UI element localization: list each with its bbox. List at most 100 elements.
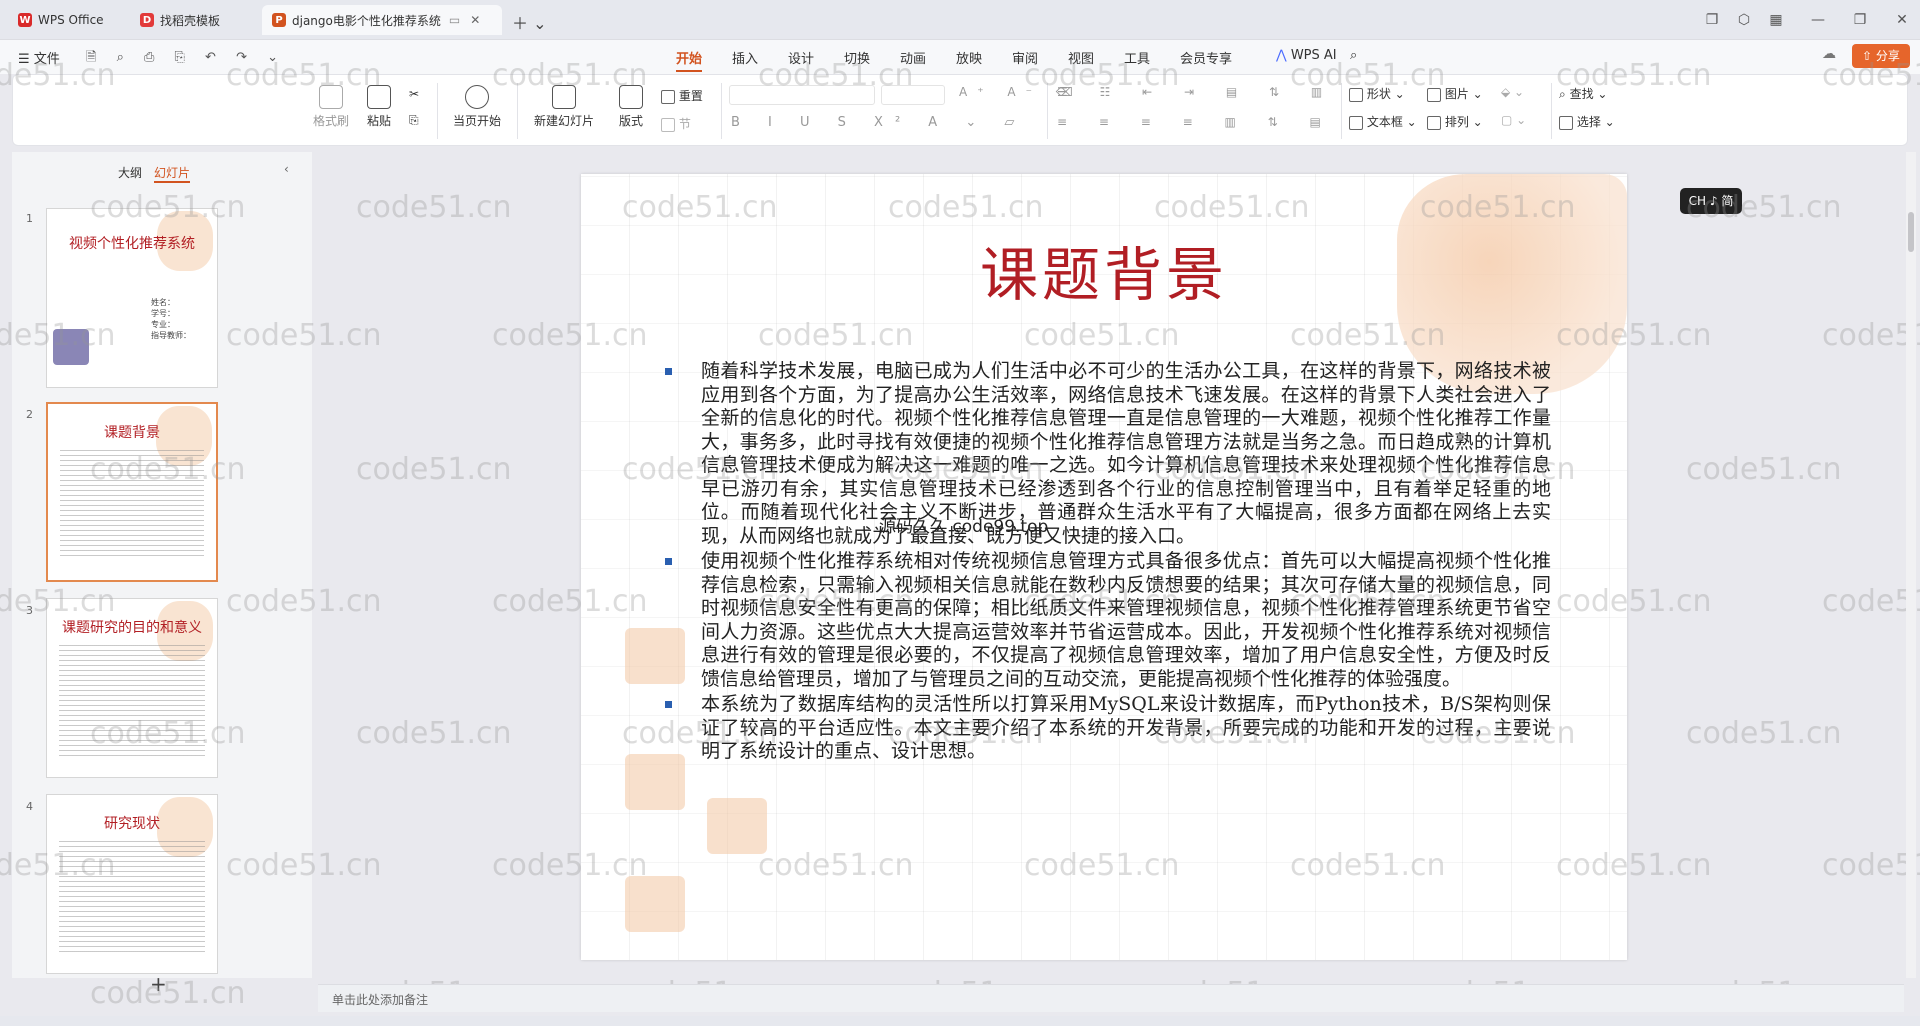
menu-home[interactable]: 开始 xyxy=(676,48,703,72)
add-slide-button[interactable]: + xyxy=(150,972,167,996)
textbox-label: 文本框 xyxy=(1366,115,1403,129)
shape-button[interactable]: 形状 ⌄ xyxy=(1349,85,1405,102)
menu-view[interactable]: 视图 xyxy=(1068,48,1094,67)
collapse-panel-icon[interactable]: ‹ xyxy=(284,162,289,176)
format-painter-icon xyxy=(319,85,343,109)
layout-icon xyxy=(619,85,643,109)
reset-icon xyxy=(661,89,675,104)
text-format-buttons[interactable]: B I U S X² A ⌄ ▱ xyxy=(731,115,1026,130)
find-label: 查找 xyxy=(1569,87,1594,101)
select-label: 选择 xyxy=(1576,115,1601,129)
tab-presentation[interactable]: P django电影个性化推荐系统 ▭ ✕ xyxy=(262,5,502,35)
slide-body[interactable]: 随着科学技术发展，电脑已成为人们生活中必不可少的生活办公工具，在这样的背景下，网… xyxy=(665,360,1551,766)
slide-number: 4 xyxy=(26,800,33,813)
minimize-icon[interactable]: — xyxy=(1808,10,1828,30)
tab-outline[interactable]: 大纲 xyxy=(118,164,142,181)
slide-title[interactable]: 课题背景 xyxy=(581,228,1627,312)
textbox-button[interactable]: 文本框 ⌄ xyxy=(1349,113,1417,130)
outline-icon[interactable]: ▢ ⌄ xyxy=(1501,113,1526,127)
ime-indicator[interactable]: CH ♪ 简 xyxy=(1680,188,1742,214)
scrollbar-thumb[interactable] xyxy=(1908,212,1914,252)
font-size-select[interactable] xyxy=(881,85,945,105)
bullet-item: 使用视频个性化推荐系统相对传统视频信息管理方式具备很多优点：首先可以大幅提高视频… xyxy=(665,550,1551,691)
list-buttons[interactable]: ☰ ☷ ⇤ ⇥ ▤ ⇅ ▥ xyxy=(1057,85,1336,99)
menu-transition[interactable]: 切换 xyxy=(844,48,870,67)
menu-insert[interactable]: 插入 xyxy=(732,48,758,67)
quick-access-toolbar[interactable]: 🗎 ⌕ ⎙ ⎘ ↶ ↷ ⌄ xyxy=(86,48,286,70)
shape-icon xyxy=(1349,87,1363,102)
slide-thumbnail-4[interactable]: 研究现状 xyxy=(46,794,218,974)
layout-button[interactable]: 版式 xyxy=(611,85,651,129)
watermark-text: code51.cn xyxy=(90,976,246,1011)
new-slide-icon xyxy=(552,85,576,109)
current-slide[interactable]: 课题背景 随着科学技术发展，电脑已成为人们生活中必不可少的生活办公工具，在这样的… xyxy=(581,174,1627,960)
divider xyxy=(437,83,438,139)
select-button[interactable]: 选择 ⌄ xyxy=(1559,113,1615,130)
thumb-title: 研究现状 xyxy=(104,816,160,832)
divider xyxy=(1551,83,1552,139)
file-menu[interactable]: ☰ 文件 xyxy=(18,48,60,67)
cloud-icon[interactable]: ☁ xyxy=(1822,46,1836,62)
slide-thumbnail-3[interactable]: 课题研究的目的和意义 xyxy=(46,598,218,778)
vertical-scrollbar[interactable] xyxy=(1906,152,1916,978)
menu-tools[interactable]: 工具 xyxy=(1124,48,1150,67)
menu-member[interactable]: 会员专享 xyxy=(1180,48,1232,67)
slide-thumbnail-1[interactable]: 视频个性化推荐系统 姓名： 学号： 专业： 指导教师： xyxy=(46,208,218,388)
align-buttons[interactable]: ≡ ≡ ≡ ≡ ▥ ⇅ ▤ xyxy=(1057,115,1335,129)
tab-wps-office[interactable]: W WPS Office xyxy=(8,5,120,35)
share-button[interactable]: ⇧ 分享 xyxy=(1852,44,1910,68)
thumb-fields: 姓名： 学号： 专业： 指导教师： xyxy=(151,298,191,340)
format-painter-label: 格式刷 xyxy=(312,114,349,128)
arrange-label: 排列 xyxy=(1444,115,1469,129)
fill-icon[interactable]: ⬙ ⌄ xyxy=(1501,85,1524,99)
restore-icon[interactable]: ❐ xyxy=(1850,10,1870,30)
cube-icon[interactable]: ⬡ xyxy=(1734,10,1754,30)
slide-thumbnail-2[interactable]: 课题背景 xyxy=(46,402,218,582)
format-painter-button[interactable]: 格式刷 xyxy=(311,85,351,129)
tab-docer[interactable]: D 找稻壳模板 xyxy=(130,5,258,35)
slide-number: 3 xyxy=(26,604,33,617)
copy-icon[interactable]: ⎘ xyxy=(409,113,419,128)
new-tab-icon[interactable]: ＋ ⌄ xyxy=(512,10,547,34)
close-tab-icon[interactable]: ✕ xyxy=(470,13,480,27)
avatar[interactable]: ▦ xyxy=(1766,10,1786,30)
ribbon-toolbar: 格式刷 粘贴 ✂ ⎘ 当页开始 新建幻灯片 版式 重置 节 A⁺ A⁻ ⌫ B … xyxy=(12,74,1908,146)
picture-button[interactable]: 图片 ⌄ xyxy=(1427,85,1483,102)
stamp-icon xyxy=(707,798,767,854)
window-icon[interactable]: ▭ xyxy=(449,13,460,27)
select-icon xyxy=(1559,115,1573,130)
wps-logo-icon: W xyxy=(18,13,32,27)
menu-animation[interactable]: 动画 xyxy=(900,48,926,67)
slides-panel: 大纲 幻灯片 ‹ 1 视频个性化推荐系统 姓名： 学号： 专业： 指导教师： 2 课题… xyxy=(12,152,312,996)
layout-icon[interactable]: ❐ xyxy=(1702,10,1722,30)
close-icon[interactable]: ✕ xyxy=(1892,10,1912,30)
thumb-title: 视频个性化推荐系统 xyxy=(69,236,195,252)
status-bar xyxy=(0,1016,1920,1026)
new-slide-button[interactable]: 新建幻灯片 xyxy=(527,85,601,129)
paste-icon xyxy=(367,85,391,109)
thumb-body-text xyxy=(59,645,205,757)
arrange-button[interactable]: 排列 ⌄ xyxy=(1427,113,1483,130)
play-from-current-button[interactable]: 当页开始 xyxy=(445,85,509,129)
picture-label: 图片 xyxy=(1444,87,1469,101)
paste-button[interactable]: 粘贴 xyxy=(359,85,399,129)
search-icon[interactable]: ⌕ xyxy=(1350,48,1357,63)
stamp-icon xyxy=(625,876,685,932)
divider xyxy=(517,83,518,139)
menu-design[interactable]: 设计 xyxy=(788,48,814,67)
font-family-select[interactable] xyxy=(729,85,875,105)
find-button[interactable]: ⌕ 查找 ⌄ xyxy=(1559,85,1607,102)
wps-ai-button[interactable]: ⋀ WPS AI xyxy=(1276,48,1337,63)
section-label: 节 xyxy=(678,117,691,131)
menu-slideshow[interactable]: 放映 xyxy=(956,48,982,67)
title-bar: W WPS Office D 找稻壳模板 P django电影个性化推荐系统 ▭… xyxy=(0,0,1920,40)
cut-icon[interactable]: ✂ xyxy=(409,87,419,101)
bullet-item: 随着科学技术发展，电脑已成为人们生活中必不可少的生活办公工具，在这样的背景下，网… xyxy=(665,360,1551,548)
reset-button[interactable]: 重置 xyxy=(661,87,703,104)
ppt-icon: P xyxy=(272,13,286,27)
tab-slides[interactable]: 幻灯片 xyxy=(154,164,191,183)
menu-review[interactable]: 审阅 xyxy=(1012,48,1038,67)
section-button[interactable]: 节 xyxy=(661,115,691,132)
slide-number: 1 xyxy=(26,212,33,225)
notes-pane[interactable]: 单击此处添加备注 xyxy=(318,984,1904,1012)
